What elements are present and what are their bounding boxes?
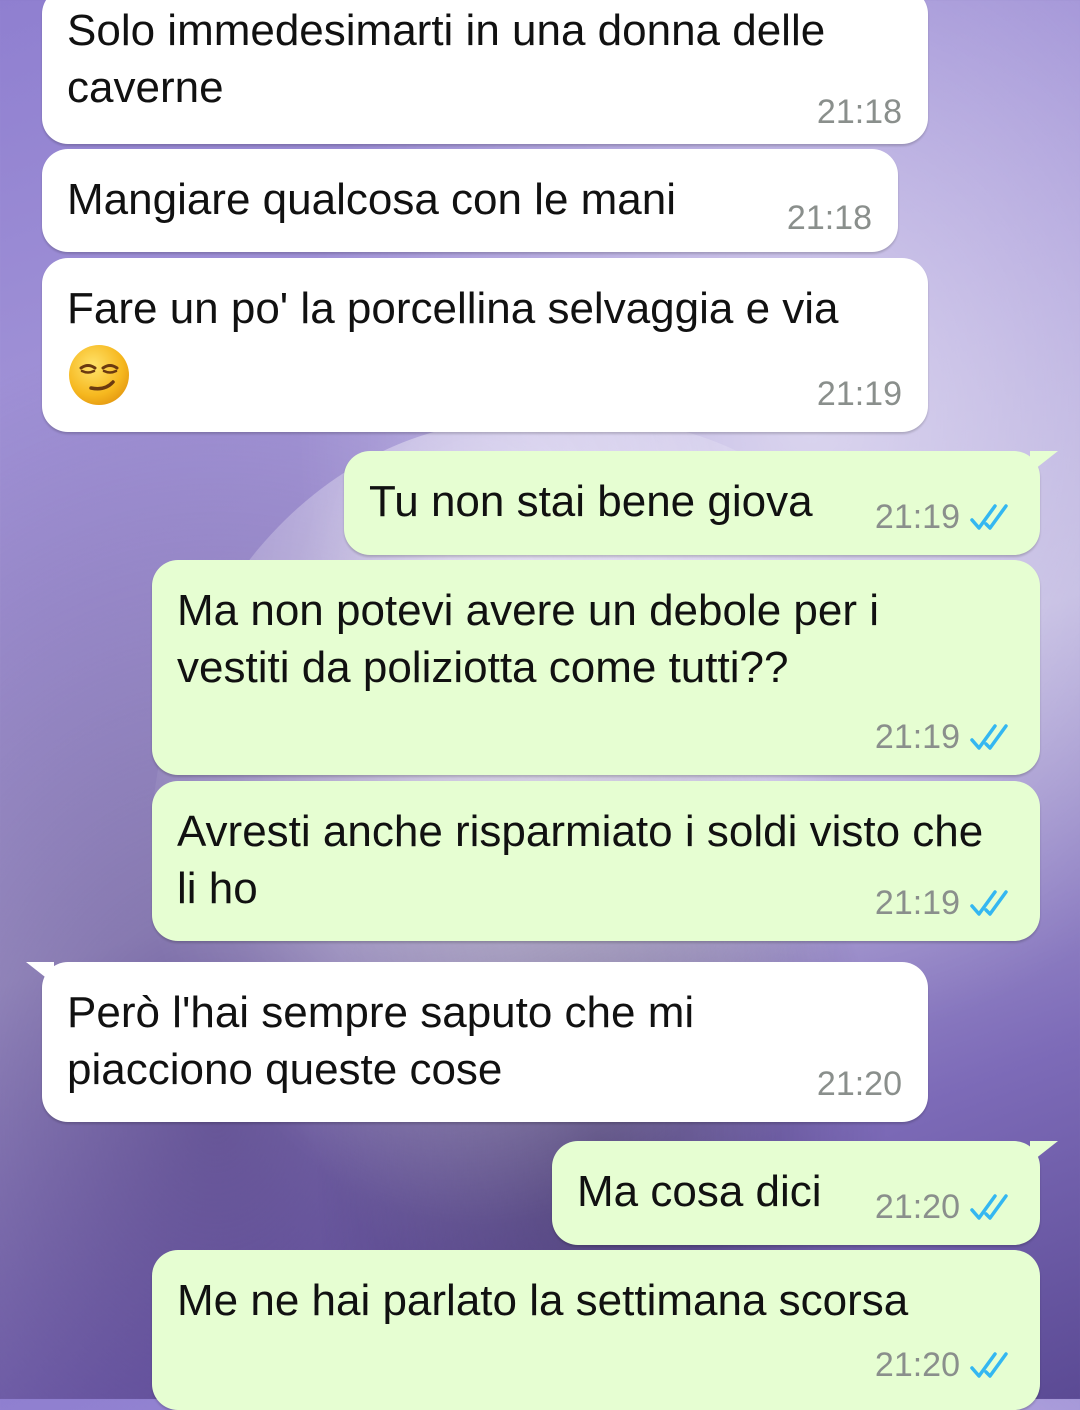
message-time: 21:19: [816, 375, 902, 413]
message-bubble-outgoing[interactable]: Avresti anche risparmiato i soldi visto …: [152, 781, 1040, 941]
message-meta: 21:19: [875, 884, 1014, 923]
message-text: Però l'hai sempre saputo che mi piaccion…: [67, 988, 707, 1094]
message-meta: 21:19: [875, 718, 1014, 757]
message-bubble-incoming[interactable]: Fare un po' la porcellina selvaggia e vi…: [42, 258, 928, 432]
message-bubble-outgoing[interactable]: Ma cosa dici 21:20: [552, 1141, 1058, 1245]
message-meta: 21:20: [875, 1346, 1014, 1385]
message-bubble-incoming[interactable]: Mangiare qualcosa con le mani 21:18: [42, 149, 898, 252]
message-meta: 21:19: [817, 375, 902, 414]
message-meta: 21:18: [787, 199, 872, 238]
message-text: Ma non potevi avere un debole per i vest…: [177, 586, 892, 692]
message-meta: 21:20: [875, 1188, 1014, 1227]
chat-message-list[interactable]: Solo immedesimarti in una donna delle ca…: [0, 0, 1080, 1410]
double-check-read-icon: [970, 503, 1008, 530]
message-time: 21:20: [874, 1188, 960, 1226]
message-text: Me ne hai parlato la settimana scorsa: [177, 1276, 909, 1325]
message-bubble-incoming[interactable]: Solo immedesimarti in una donna delle ca…: [42, 0, 928, 144]
message-time: 21:20: [874, 1346, 960, 1384]
message-text: Solo immedesimarti in una donna delle ca…: [67, 6, 838, 112]
message-time: 21:18: [816, 93, 902, 131]
message-text: Fare un po' la porcellina selvaggia e vi…: [67, 284, 839, 333]
smirking-face-emoji: [69, 345, 129, 405]
bubble-tail: [1030, 1141, 1058, 1163]
bubble-tail: [1030, 451, 1058, 473]
message-time: 21:20: [816, 1065, 902, 1103]
message-time: 21:18: [786, 199, 872, 237]
message-meta: 21:19: [875, 498, 1014, 537]
bubble-tail: [26, 962, 54, 984]
message-bubble-outgoing[interactable]: Tu non stai bene giova 21:19: [344, 451, 1058, 555]
message-time: 21:19: [874, 884, 960, 922]
message-bubble-incoming[interactable]: Però l'hai sempre saputo che mi piaccion…: [26, 962, 928, 1122]
double-check-read-icon: [970, 889, 1008, 916]
double-check-read-icon: [970, 723, 1008, 750]
double-check-read-icon: [970, 1351, 1008, 1378]
double-check-read-icon: [970, 1193, 1008, 1220]
message-meta: 21:18: [817, 93, 902, 132]
message-text: Mangiare qualcosa con le mani: [67, 175, 677, 224]
message-bubble-outgoing[interactable]: Ma non potevi avere un debole per i vest…: [152, 560, 1040, 775]
message-time: 21:19: [874, 718, 960, 756]
message-time: 21:19: [874, 498, 960, 536]
message-meta: 21:20: [817, 1065, 902, 1104]
message-bubble-outgoing[interactable]: Me ne hai parlato la settimana scorsa 21…: [152, 1250, 1040, 1410]
